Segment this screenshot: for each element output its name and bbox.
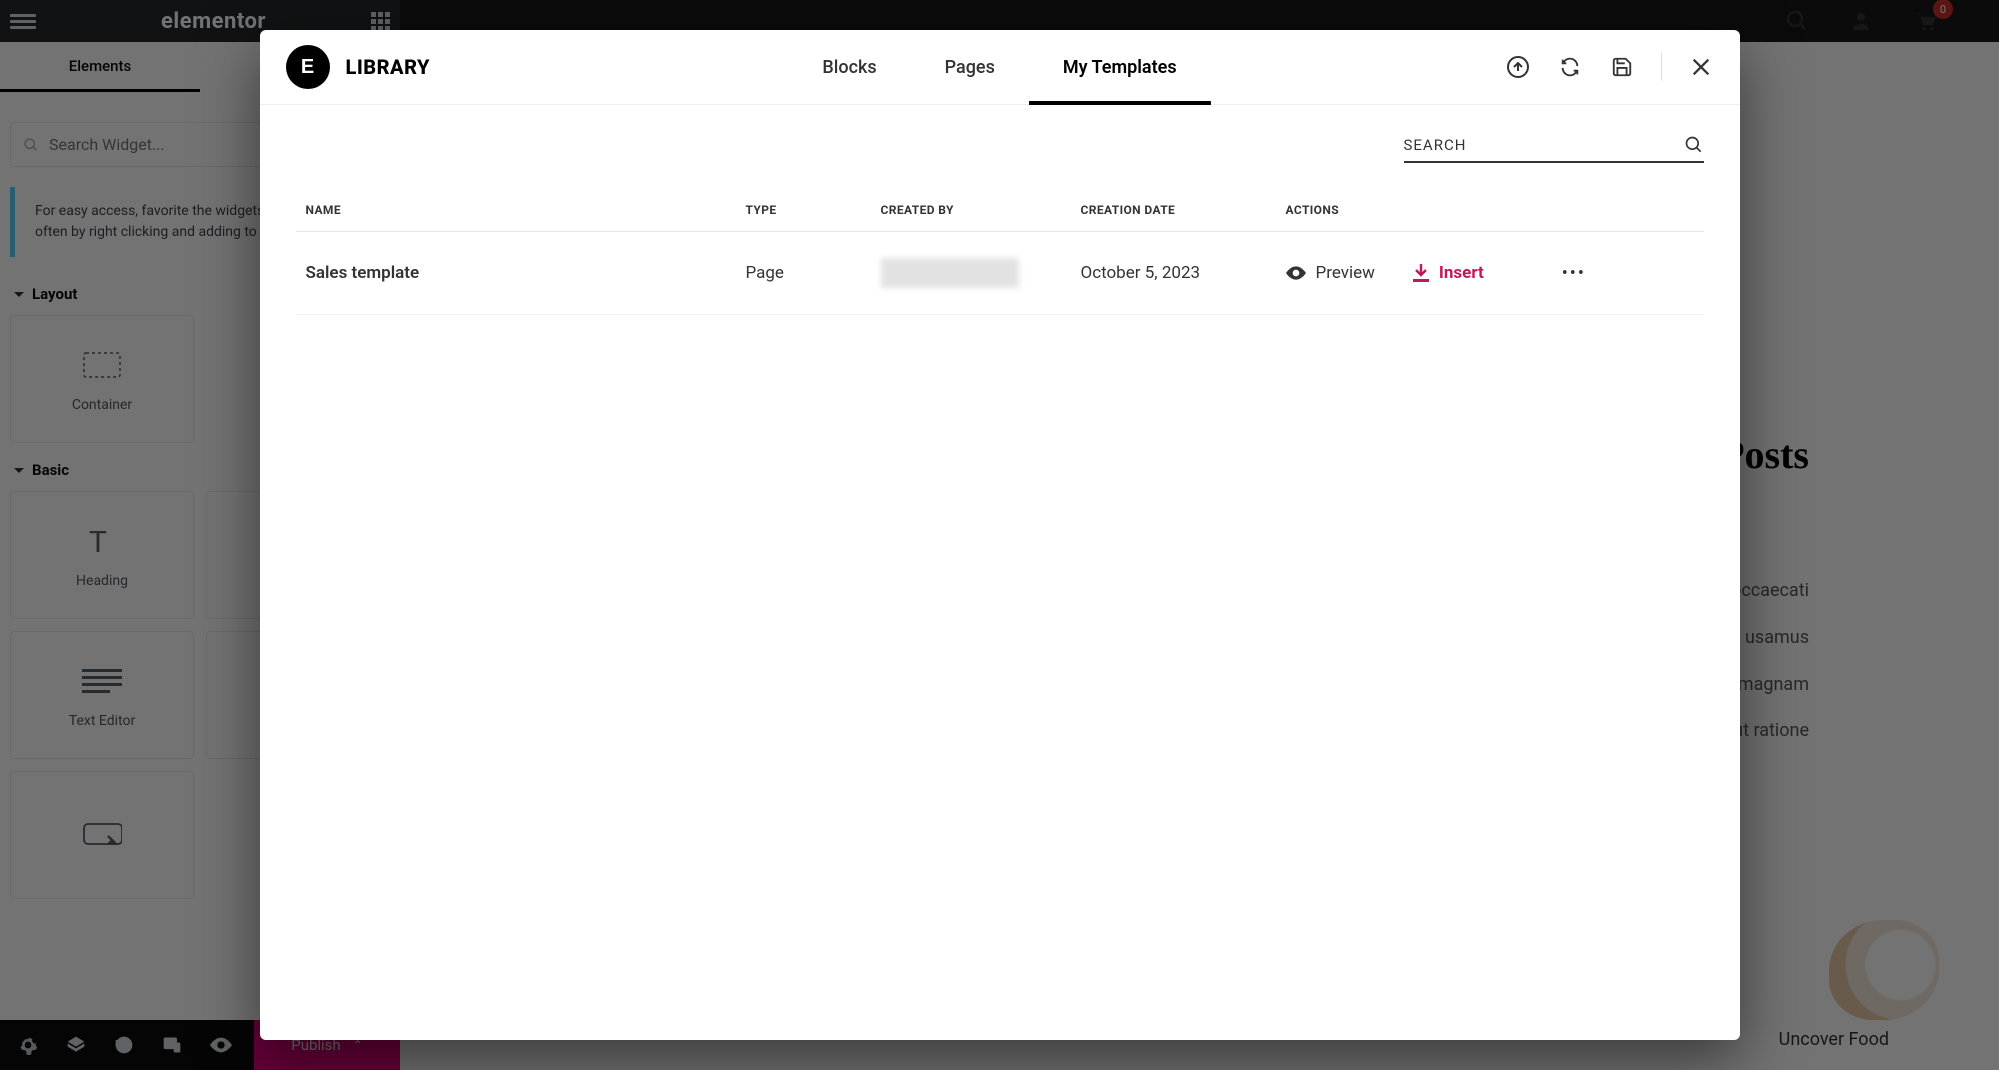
modal-body: NAME TYPE CREATED BY CREATION DATE ACTIO… [260,105,1740,1040]
search-icon[interactable] [1684,135,1704,155]
cell-type: Page [746,263,881,283]
template-search[interactable] [1404,135,1704,163]
library-logo-icon: E [286,45,330,89]
save-icon[interactable] [1609,54,1635,80]
preview-button[interactable]: Preview [1286,263,1375,283]
col-type: TYPE [746,203,881,217]
table-row: Sales template Page October 5, 2023 Prev… [296,232,1704,315]
blurred-author [881,258,1019,288]
col-name: NAME [306,203,746,217]
tab-blocks[interactable]: Blocks [788,30,910,105]
tab-my-templates[interactable]: My Templates [1029,30,1211,105]
close-icon[interactable] [1688,54,1714,80]
library-tabs: Blocks Pages My Templates [788,30,1210,105]
table-header: NAME TYPE CREATED BY CREATION DATE ACTIO… [296,203,1704,232]
cell-created-by [881,258,1081,288]
library-modal-wrap: E LIBRARY Blocks Pages My Templates [0,0,1999,1070]
cell-date: October 5, 2023 [1081,263,1286,283]
library-modal: E LIBRARY Blocks Pages My Templates [260,30,1740,1040]
download-icon [1413,264,1429,282]
insert-button[interactable]: Insert [1413,263,1484,283]
modal-header: E LIBRARY Blocks Pages My Templates [260,30,1740,105]
eye-icon [1286,266,1306,280]
tab-pages[interactable]: Pages [911,30,1029,105]
preview-label: Preview [1316,263,1375,283]
modal-actions [1505,53,1714,81]
template-search-input[interactable] [1404,136,1674,154]
col-creation-date: CREATION DATE [1081,203,1286,217]
library-title: LIBRARY [346,55,431,79]
row-actions: Preview Insert ••• [1286,263,1694,284]
col-created-by: CREATED BY [881,203,1081,217]
upload-icon[interactable] [1505,54,1531,80]
cell-name: Sales template [306,263,746,283]
col-actions: ACTIONS [1286,203,1694,217]
insert-label: Insert [1439,263,1484,283]
more-actions-icon[interactable]: ••• [1562,263,1586,284]
sync-icon[interactable] [1557,54,1583,80]
divider [1661,53,1662,81]
